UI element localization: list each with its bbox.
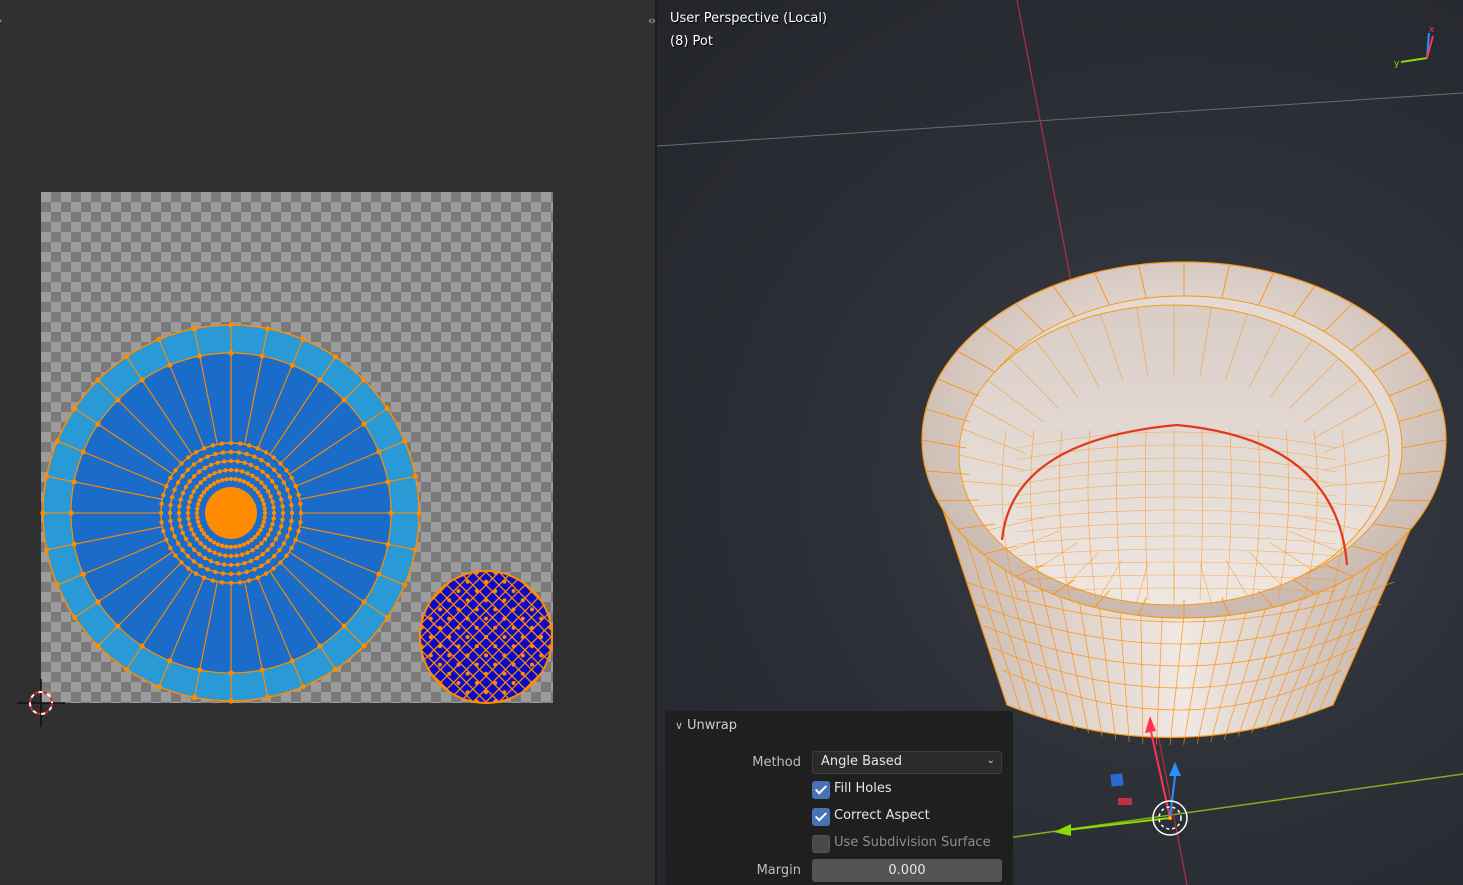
unwrap-panel-header[interactable]: ∨ Unwrap xyxy=(675,718,737,736)
unwrap-redo-panel[interactable]: ∨ Unwrap Method Angle Based ⌄ Fill Holes … xyxy=(665,711,1013,885)
uv-canvas[interactable] xyxy=(0,0,656,885)
fill-holes-label: Fill Holes xyxy=(834,781,892,796)
method-dropdown[interactable]: Angle Based ⌄ xyxy=(812,751,1002,774)
active-object-label: (8) Pot xyxy=(670,34,713,49)
correct-aspect-label: Correct Aspect xyxy=(834,808,930,823)
uv-island-disc[interactable] xyxy=(40,322,422,704)
uv-editor[interactable]: › xyxy=(0,0,656,885)
unwrap-panel-title: Unwrap xyxy=(687,718,737,733)
margin-field[interactable]: 0.000 xyxy=(812,859,1002,882)
method-value: Angle Based xyxy=(821,754,903,769)
svg-text:x: x xyxy=(1429,25,1435,35)
chevron-down-icon[interactable]: ∨ xyxy=(675,719,687,732)
use-subdivision-checkbox[interactable] xyxy=(812,835,830,853)
grid-line xyxy=(657,92,1463,147)
pot-mesh[interactable] xyxy=(921,261,1447,746)
split-arrows-icon[interactable]: ‹› xyxy=(648,14,656,27)
svg-text:y: y xyxy=(1394,59,1400,69)
fill-holes-checkbox[interactable] xyxy=(812,781,830,799)
method-label: Method xyxy=(752,755,801,770)
use-subdivision-label: Use Subdivision Surface xyxy=(834,835,991,850)
navigation-gizmo-icon[interactable]: y x xyxy=(1394,25,1435,69)
viewport-title: User Perspective (Local) xyxy=(670,11,828,26)
correct-aspect-checkbox[interactable] xyxy=(812,808,830,826)
chevron-down-icon: ⌄ xyxy=(986,755,995,766)
margin-label: Margin xyxy=(756,863,801,878)
